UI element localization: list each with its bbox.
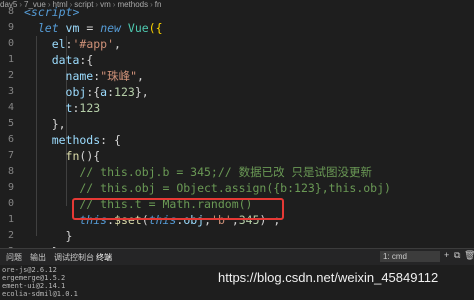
highlight-annotation-box [72, 198, 284, 220]
breadcrumb-separator-icon: › [19, 0, 23, 9]
code-line[interactable]: methods: { [24, 132, 121, 148]
code-token: '#app' [72, 37, 115, 51]
code-token: el [24, 37, 66, 51]
code-token: , [114, 37, 121, 51]
line-number: 9 [7, 22, 14, 33]
code-token: }, [134, 85, 149, 99]
code-line[interactable]: obj:{a:123}, [24, 84, 149, 100]
code-line[interactable]: fn(){ [24, 148, 101, 164]
code-line[interactable]: }, [24, 116, 66, 132]
tab-terminal[interactable]: 终端 [96, 252, 112, 263]
code-token: 123 [79, 101, 101, 115]
code-token: // this.obj = Object.assign({b:123},this… [24, 181, 391, 195]
breadcrumb-item[interactable]: fn [155, 0, 162, 9]
code-token: obj [24, 85, 87, 99]
code-token: t [24, 101, 73, 115]
line-number: 8 [7, 6, 14, 17]
line-number: 3 [7, 86, 14, 97]
code-token: : [107, 85, 115, 99]
code-token: fn [24, 149, 80, 163]
line-number: 2 [7, 70, 14, 81]
line-number: 4 [7, 102, 14, 113]
code-token: data [24, 53, 80, 67]
code-token: Vue [127, 21, 149, 35]
code-token: } [24, 229, 73, 243]
panel-tab-bar: 问题 输出 调试控制台 终端 1: cmd + ⧉ 🗑 [0, 248, 474, 265]
code-token: name [24, 69, 94, 83]
code-line[interactable]: // this.obj.b = 345;// 数据已改 只是试图没更新 [24, 164, 372, 180]
code-token: 123 [114, 85, 135, 99]
code-line[interactable]: t:123 [24, 100, 101, 116]
split-terminal-icon[interactable]: ⧉ [454, 250, 460, 261]
tab-debug-console[interactable]: 调试控制台 [54, 252, 94, 263]
line-number: 9 [7, 182, 14, 193]
breadcrumb-item[interactable]: methods [117, 0, 148, 9]
terminal-line: ore-js@2.6.12 [2, 266, 57, 274]
breadcrumb-separator-icon: › [95, 0, 99, 9]
code-line[interactable]: <script> [24, 4, 79, 20]
line-number: 0 [7, 198, 14, 209]
line-number-gutter: 89012345678901234 [0, 6, 20, 273]
code-line[interactable]: } [24, 228, 73, 244]
code-token: (){ [79, 149, 101, 163]
line-number: 6 [7, 134, 14, 145]
line-number: 2 [7, 230, 14, 241]
add-terminal-icon[interactable]: + [444, 250, 449, 260]
code-token: :{ [79, 53, 94, 67]
terminal-select[interactable]: 1: cmd [380, 251, 440, 262]
watermark-url: https://blog.csdn.net/weixin_45849112 [218, 270, 439, 285]
code-token: let [24, 21, 66, 35]
code-line[interactable]: // this.obj = Object.assign({b:123},this… [24, 180, 391, 196]
code-token: "珠峰" [100, 69, 138, 83]
line-number: 8 [7, 166, 14, 177]
tab-problems[interactable]: 问题 [6, 252, 22, 263]
code-line[interactable]: let vm = new Vue({ [24, 20, 163, 36]
line-number: 1 [7, 54, 14, 65]
code-token: : { [100, 133, 121, 147]
terminal-line: ecolia-sdmil@1.0.1 [2, 290, 78, 298]
code-line[interactable]: data:{ [24, 52, 94, 68]
line-number: 0 [7, 38, 14, 49]
line-number: 7 [7, 150, 14, 161]
code-line[interactable]: name:"珠峰", [24, 68, 144, 84]
code-token: , [137, 69, 144, 83]
breadcrumb-separator-icon: › [112, 0, 116, 9]
breadcrumb-item[interactable]: vm [100, 0, 111, 9]
code-token: = [79, 21, 101, 35]
terminal-line: ement-ui@2.14.1 [2, 282, 66, 290]
code-token: <script> [24, 5, 80, 19]
code-token: :{ [86, 85, 101, 99]
code-token: // this.obj.b = 345;// 数据已改 只是试图没更新 [24, 165, 373, 179]
code-token: }, [24, 117, 66, 131]
line-number: 5 [7, 118, 14, 129]
code-token: ({ [148, 21, 163, 35]
tab-output[interactable]: 输出 [30, 252, 46, 263]
trash-icon[interactable]: 🗑 [464, 250, 474, 261]
code-editor[interactable]: 89012345678901234 <script> let vm = new … [0, 5, 474, 275]
code-token: methods [24, 133, 101, 147]
breadcrumb-separator-icon: › [150, 0, 153, 9]
code-token: new [100, 21, 128, 35]
code-line[interactable]: el:'#app', [24, 36, 121, 52]
terminal-line: ergemerge@1.5.2 [2, 274, 66, 282]
line-number: 1 [7, 214, 14, 225]
code-token: vm [65, 21, 80, 35]
